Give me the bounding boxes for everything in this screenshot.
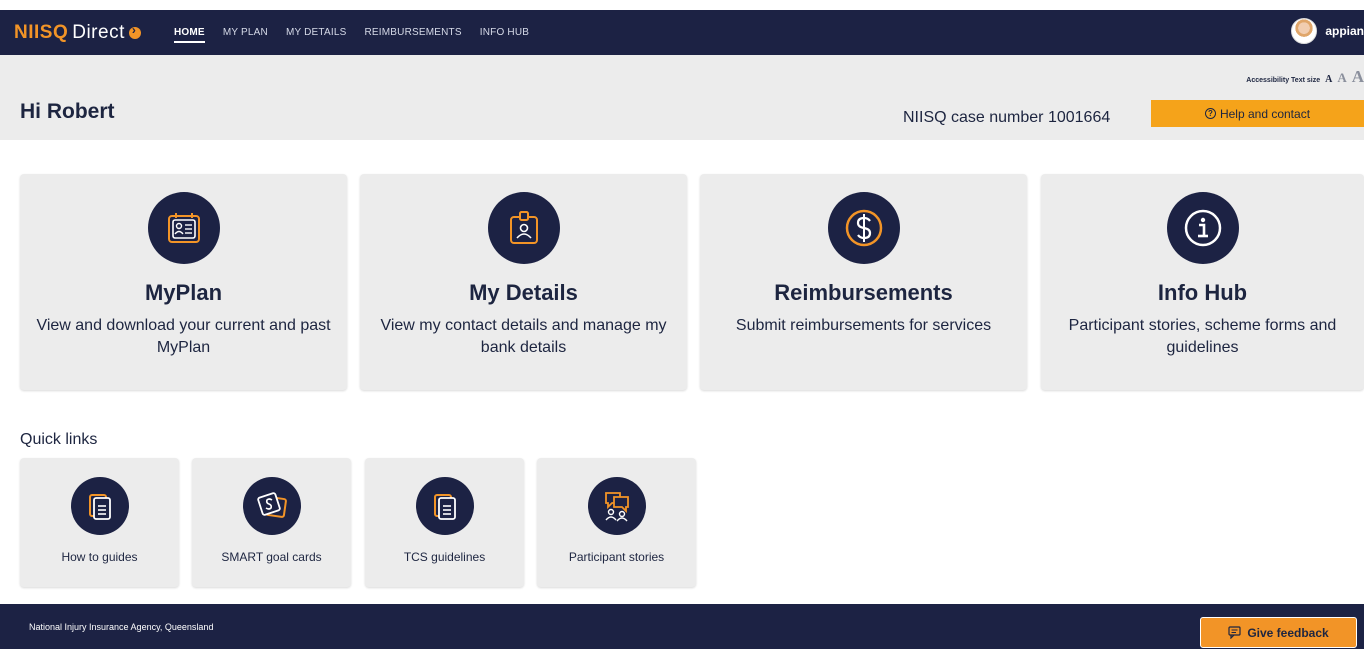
card-title: Info Hub <box>1157 280 1248 305</box>
niisq-direct-logo[interactable]: NIISQ Direct <box>14 22 141 44</box>
quick-link-label: SMART goal cards <box>221 550 322 564</box>
nav-link-reimbursements[interactable]: REIMBURSEMENTS <box>364 27 461 43</box>
goal-cards-icon <box>242 477 301 535</box>
help-and-contact-button[interactable]: ? Help and contact <box>1151 100 1364 127</box>
quick-link-tcs-guidelines[interactable]: TCS guidelines <box>365 458 524 587</box>
page-header: Accessibility Text size A A A Hi Robert … <box>0 55 1364 140</box>
card-title: My Details <box>469 280 578 305</box>
card-description: Submit reimbursements for services <box>735 317 992 334</box>
info-icon <box>1166 192 1239 264</box>
give-feedback-button[interactable]: Give feedback <box>1200 617 1357 648</box>
nav-link-info-hub[interactable]: INFO HUB <box>480 27 529 43</box>
text-size-small-button[interactable]: A <box>1325 74 1332 85</box>
id-badge-icon <box>487 192 560 264</box>
logo-arrow-icon <box>128 23 141 39</box>
nav-link-my-details[interactable]: MY DETAILS <box>286 27 347 43</box>
quick-link-participant-stories[interactable]: Participant stories <box>537 458 696 587</box>
quick-link-label: How to guides <box>61 550 138 564</box>
user-menu[interactable]: appian <box>1291 18 1364 44</box>
logo-direct-text: Direct <box>72 22 125 43</box>
footer-agency-name: National Injury Insurance Agency, Queens… <box>29 622 214 632</box>
card-title: MyPlan <box>144 280 223 305</box>
card-title: Reimbursements <box>774 280 953 305</box>
card-description: View and download your current and past … <box>36 317 331 356</box>
quick-link-how-to-guides[interactable]: How to guides <box>20 458 179 587</box>
give-feedback-label: Give feedback <box>1247 625 1329 640</box>
help-question-icon: ? <box>1204 108 1216 119</box>
footer: National Injury Insurance Agency, Queens… <box>0 604 1364 649</box>
page-title: Hi Robert <box>20 100 115 123</box>
text-size-large-button[interactable]: A <box>1352 67 1364 87</box>
dollar-icon <box>827 192 900 264</box>
help-button-label: Help and contact <box>1219 106 1311 121</box>
card-myplan[interactable]: MyPlan View and download your current an… <box>20 174 347 390</box>
documents-icon <box>70 477 129 535</box>
card-description: View my contact details and manage my ba… <box>380 317 667 356</box>
plan-calendar-icon <box>147 192 220 264</box>
case-number: NIISQ case number 1001664 <box>903 109 1111 126</box>
nav-link-my-plan[interactable]: MY PLAN <box>223 27 268 43</box>
quick-link-label: Participant stories <box>568 550 665 564</box>
quick-links-heading: Quick links <box>20 431 98 448</box>
feedback-chat-icon <box>1228 626 1241 639</box>
quick-link-smart-goal-cards[interactable]: SMART goal cards <box>192 458 351 587</box>
main-nav-links: HOME MY PLAN MY DETAILS REIMBURSEMENTS I… <box>174 27 529 43</box>
card-description: Participant stories, scheme forms and gu… <box>1068 317 1337 356</box>
top-navigation-bar: NIISQ Direct HOME MY PLAN MY DETAILS REI… <box>0 10 1364 55</box>
text-size-medium-button[interactable]: A <box>1337 70 1346 86</box>
card-my-details[interactable]: My Details View my contact details and m… <box>360 174 687 390</box>
nav-link-home[interactable]: HOME <box>174 27 205 43</box>
username[interactable]: appian <box>1325 24 1364 38</box>
top-strip <box>0 0 1364 10</box>
accessibility-text-size: Accessibility Text size A A A <box>1246 67 1364 87</box>
card-reimbursements[interactable]: Reimbursements Submit reimbursements for… <box>700 174 1027 390</box>
chat-people-icon <box>587 477 646 535</box>
documents-icon <box>415 477 474 535</box>
card-info-hub[interactable]: Info Hub Participant stories, scheme for… <box>1041 174 1364 390</box>
logo-niisq-text: NIISQ <box>14 22 69 43</box>
quick-link-label: TCS guidelines <box>403 550 486 564</box>
accessibility-label: Accessibility Text size <box>1246 77 1321 84</box>
avatar[interactable] <box>1291 18 1318 44</box>
